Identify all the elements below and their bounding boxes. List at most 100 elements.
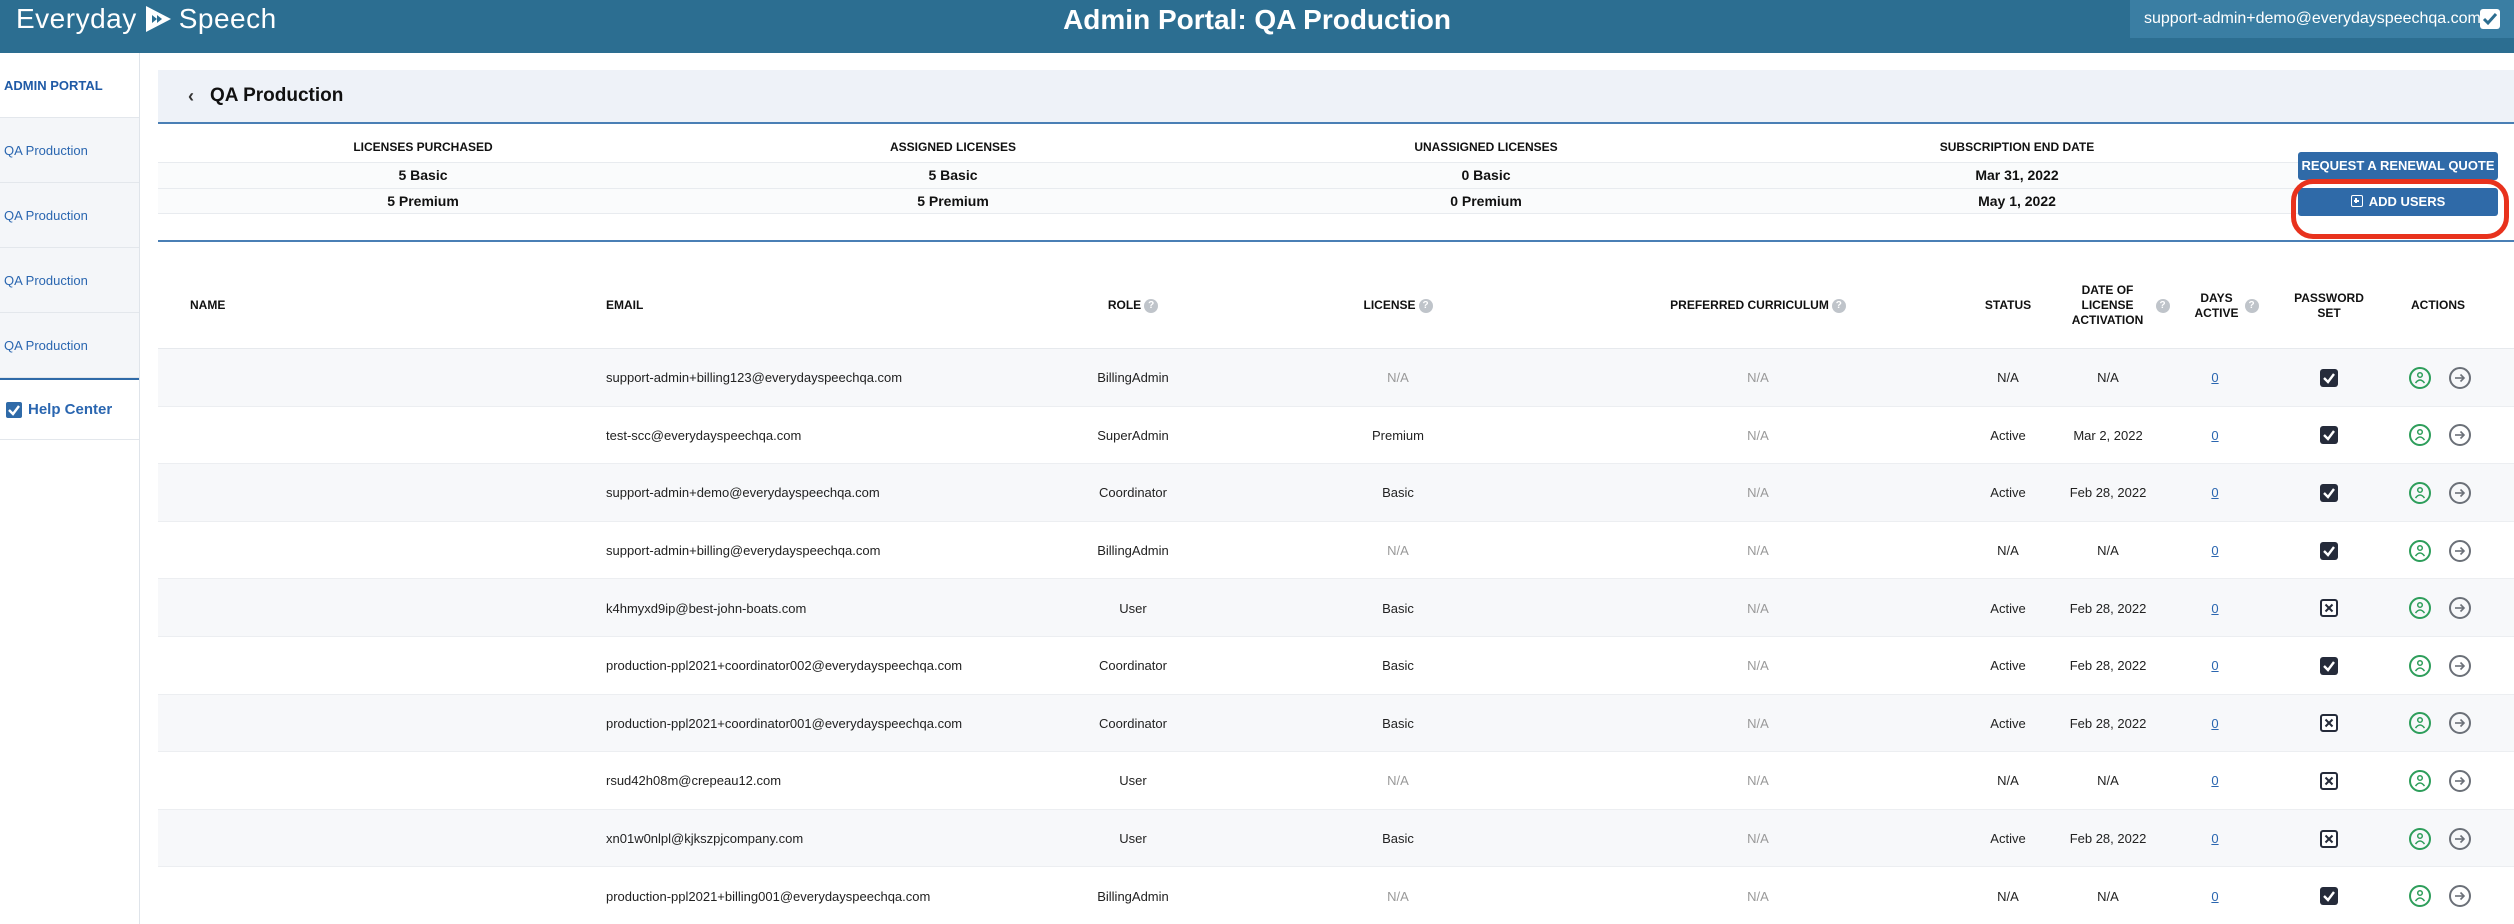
column-label: EMAIL bbox=[606, 298, 644, 312]
arrow-right-circle-icon[interactable] bbox=[2449, 424, 2471, 447]
chevron-left-icon[interactable]: ‹ bbox=[188, 86, 194, 107]
cell-license: Basic bbox=[1308, 810, 1488, 868]
user-menu[interactable]: support-admin+demo@everydayspeechqa.com bbox=[2130, 0, 2514, 38]
cell-value: production-ppl2021+billing001@everydaysp… bbox=[606, 888, 931, 904]
login-as-user-icon[interactable] bbox=[2409, 539, 2431, 562]
cell-email: test-scc@everydayspeechqa.com bbox=[606, 407, 986, 465]
column-activation-date[interactable]: DATE OF LICENSE ACTIVATION? bbox=[2056, 262, 2176, 349]
cell-value: BillingAdmin bbox=[1097, 543, 1169, 559]
cell-value: Feb 28, 2022 bbox=[2069, 715, 2147, 731]
sidebar-item-qa-production[interactable]: QA Production bbox=[0, 313, 139, 378]
cell-curriculum: N/A bbox=[1588, 522, 1928, 580]
page-title: QA Production bbox=[210, 85, 344, 106]
main-content: ‹ QA Production LICENSES PURCHASED 5 Bas… bbox=[158, 70, 2514, 924]
cell-curriculum: N/A bbox=[1588, 810, 1928, 868]
arrow-right-circle-icon[interactable] bbox=[2449, 827, 2471, 850]
cell-activation: N/A bbox=[2048, 867, 2168, 924]
cell-value: Active bbox=[1990, 600, 2026, 616]
cell-license: Basic bbox=[1308, 579, 1488, 637]
login-as-user-icon[interactable] bbox=[2409, 424, 2431, 447]
checkbox-icon bbox=[6, 401, 22, 418]
add-users-button[interactable]: ADD USERS bbox=[2298, 188, 2498, 216]
cell-days: 0 bbox=[2170, 810, 2260, 868]
cell-value: BillingAdmin bbox=[1097, 888, 1169, 904]
login-as-user-icon[interactable] bbox=[2409, 366, 2431, 389]
arrow-right-circle-icon[interactable] bbox=[2449, 654, 2471, 677]
help-question-icon[interactable]: ? bbox=[1831, 298, 1846, 313]
sidebar-item-admin-portal[interactable]: ADMIN PORTAL bbox=[0, 53, 139, 118]
login-as-user-icon[interactable] bbox=[2409, 885, 2431, 908]
cell-curriculum: N/A bbox=[1588, 867, 1928, 924]
cell-password-set bbox=[2284, 522, 2374, 580]
cell-activation: Mar 2, 2022 bbox=[2048, 407, 2168, 465]
cell-name bbox=[190, 752, 490, 810]
column-email[interactable]: EMAIL bbox=[606, 262, 906, 349]
column-password-set[interactable]: PASSWORD SET bbox=[2284, 262, 2374, 349]
sidebar-item-qa-production[interactable]: QA Production bbox=[0, 248, 139, 313]
cell-name bbox=[190, 407, 490, 465]
days-active-link[interactable]: 0 bbox=[2211, 428, 2218, 443]
cell-value: N/A bbox=[1747, 427, 1769, 443]
table-row: k4hmyxd9ip@best-john-boats.com User Basic N… bbox=[158, 579, 2514, 637]
days-active-link[interactable]: 0 bbox=[2211, 370, 2218, 385]
arrow-right-circle-icon[interactable] bbox=[2449, 769, 2471, 792]
cell-actions bbox=[2380, 695, 2500, 753]
login-as-user-icon[interactable] bbox=[2409, 654, 2431, 677]
cell-value: User bbox=[1119, 600, 1147, 616]
cell-days: 0 bbox=[2170, 867, 2260, 924]
days-active-link[interactable]: 0 bbox=[2211, 601, 2218, 616]
dropdown-check-icon[interactable] bbox=[2480, 9, 2500, 29]
cell-value: N/A bbox=[1387, 370, 1409, 386]
arrow-right-circle-icon[interactable] bbox=[2449, 885, 2471, 908]
summary-value: 5 Premium bbox=[387, 193, 459, 209]
login-as-user-icon[interactable] bbox=[2409, 712, 2431, 735]
summary-value: 5 Premium bbox=[917, 193, 989, 209]
help-question-icon[interactable]: ? bbox=[1418, 298, 1433, 313]
days-active-link[interactable]: 0 bbox=[2211, 889, 2218, 904]
days-active-link[interactable]: 0 bbox=[2211, 543, 2218, 558]
request-renewal-quote-button[interactable]: REQUEST A RENEWAL QUOTE bbox=[2298, 152, 2498, 180]
column-days-active[interactable]: DAYS ACTIVE? bbox=[2180, 262, 2270, 349]
help-question-icon[interactable]: ? bbox=[2155, 298, 2170, 313]
cell-value: Feb 28, 2022 bbox=[2069, 658, 2147, 674]
checked-box-icon bbox=[2320, 887, 2338, 906]
column-license[interactable]: LICENSE? bbox=[1308, 262, 1488, 349]
login-as-user-icon[interactable] bbox=[2409, 769, 2431, 792]
login-as-user-icon[interactable] bbox=[2409, 481, 2431, 504]
table-row: support-admin+demo@everydayspeechqa.com C… bbox=[158, 464, 2514, 522]
login-as-user-icon[interactable] bbox=[2409, 597, 2431, 620]
cell-name bbox=[190, 867, 490, 924]
arrow-right-circle-icon[interactable] bbox=[2449, 597, 2471, 620]
column-role[interactable]: ROLE? bbox=[1058, 262, 1208, 349]
arrow-right-circle-icon[interactable] bbox=[2449, 712, 2471, 735]
arrow-right-circle-icon[interactable] bbox=[2449, 366, 2471, 389]
sidebar-item-qa-production[interactable]: QA Production bbox=[0, 118, 139, 183]
cell-activation: N/A bbox=[2048, 522, 2168, 580]
cell-value: Feb 28, 2022 bbox=[2069, 600, 2147, 616]
column-name[interactable]: NAME bbox=[190, 262, 490, 349]
cell-days: 0 bbox=[2170, 464, 2260, 522]
cell-name bbox=[190, 579, 490, 637]
cell-activation: N/A bbox=[2048, 752, 2168, 810]
cell-email: support-admin+billing123@everydayspeechq… bbox=[606, 349, 986, 407]
cell-value: N/A bbox=[1997, 543, 2019, 559]
days-active-link[interactable]: 0 bbox=[2211, 658, 2218, 673]
sidebar-item-qa-production[interactable]: QA Production bbox=[0, 183, 139, 248]
column-label: PASSWORD SET bbox=[2294, 290, 2364, 320]
login-as-user-icon[interactable] bbox=[2409, 827, 2431, 850]
days-active-link[interactable]: 0 bbox=[2211, 831, 2218, 846]
days-active-link[interactable]: 0 bbox=[2211, 716, 2218, 731]
days-active-link[interactable]: 0 bbox=[2211, 485, 2218, 500]
cell-days: 0 bbox=[2170, 522, 2260, 580]
cell-actions bbox=[2380, 349, 2500, 407]
help-question-icon[interactable]: ? bbox=[2244, 298, 2259, 313]
arrow-right-circle-icon[interactable] bbox=[2449, 481, 2471, 504]
arrow-right-circle-icon[interactable] bbox=[2449, 539, 2471, 562]
column-preferred-curriculum[interactable]: PREFERRED CURRICULUM? bbox=[1588, 262, 1928, 349]
cell-value: N/A bbox=[1747, 773, 1769, 789]
help-question-icon[interactable]: ? bbox=[1144, 298, 1159, 313]
days-active-link[interactable]: 0 bbox=[2211, 773, 2218, 788]
help-center-link[interactable]: Help Center bbox=[0, 378, 139, 440]
cell-actions bbox=[2380, 407, 2500, 465]
sidebar-item-label: ADMIN PORTAL bbox=[4, 77, 103, 93]
